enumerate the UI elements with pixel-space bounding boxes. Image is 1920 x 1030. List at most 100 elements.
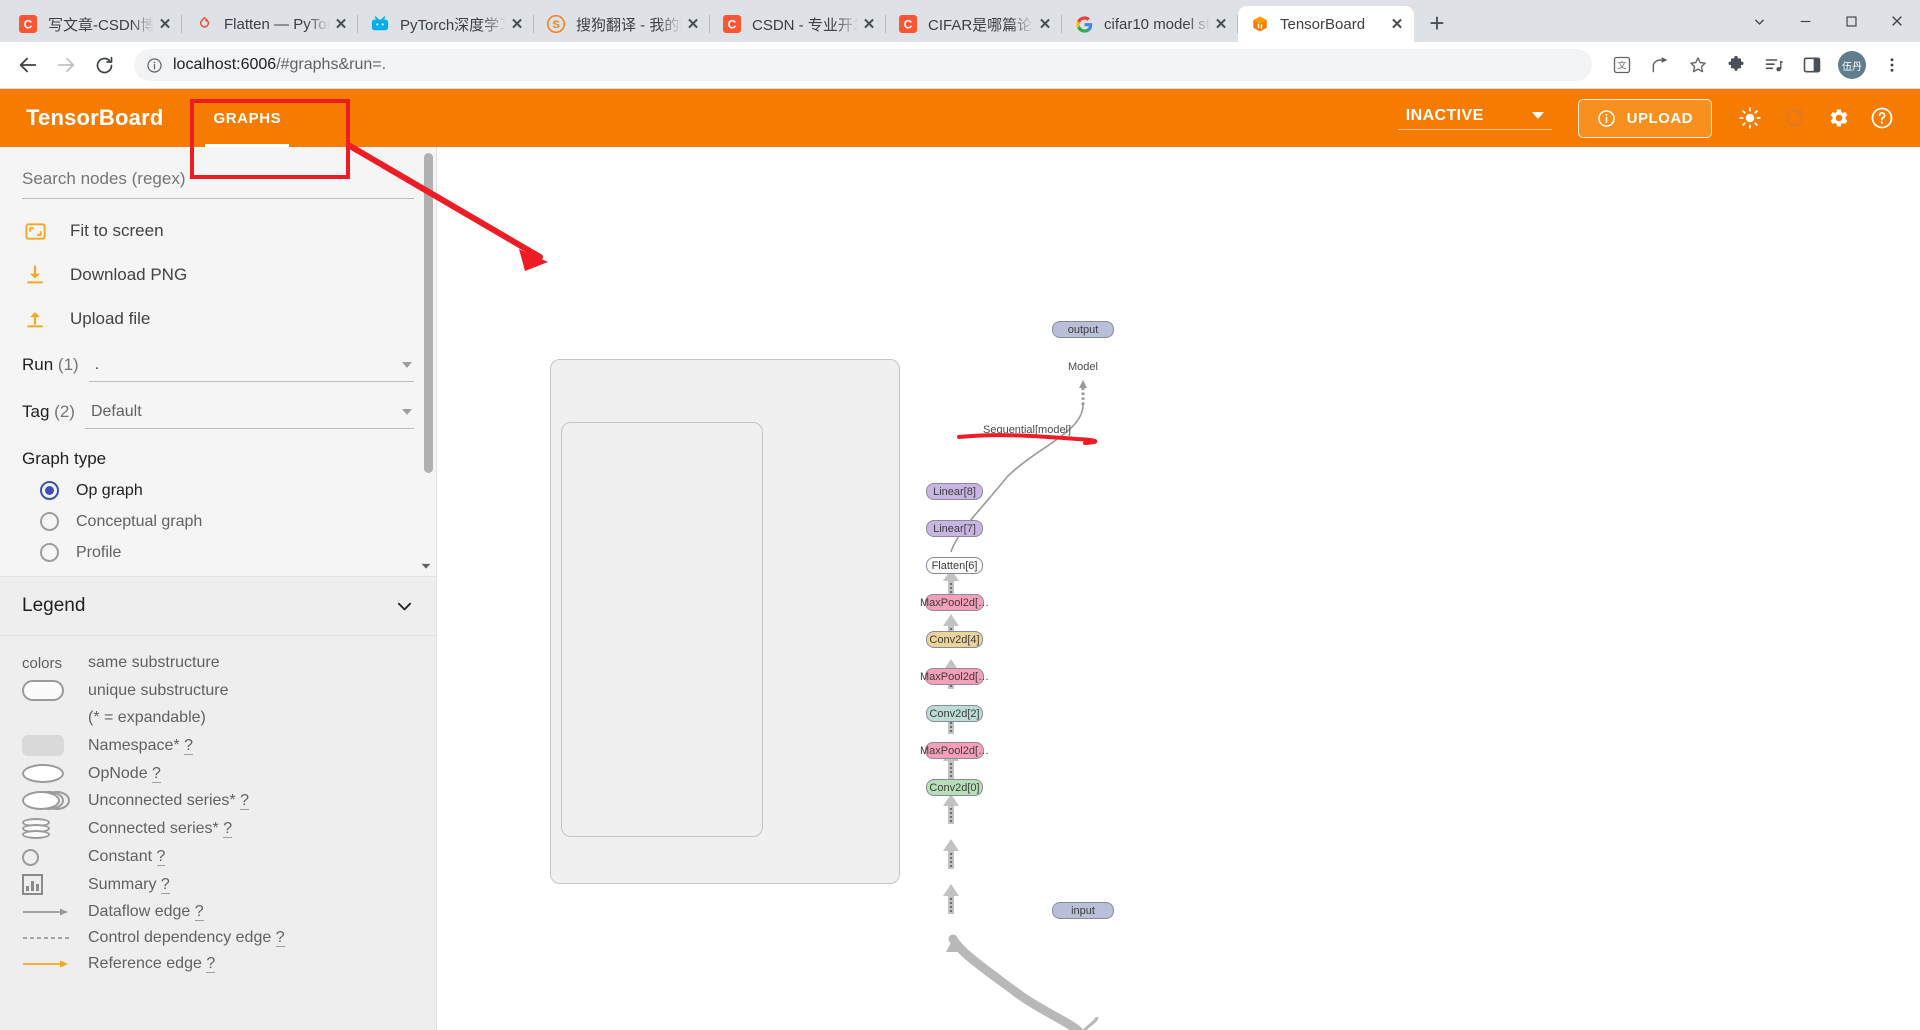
help-link[interactable]: ? [223,820,233,838]
legend-swatch-namespace [22,735,88,756]
tab-close-button[interactable]: ✕ [1210,13,1232,35]
graph-node-input[interactable]: input [1052,902,1114,919]
address-bar[interactable]: localhost:6006/#graphs&run=. [134,49,1592,81]
browser-toolbar: localhost:6006/#graphs&run=. 文 伍丹 [0,42,1920,88]
info-circle-icon[interactable] [146,57,163,74]
help-link[interactable]: ? [194,903,204,921]
info-circle-icon [1597,109,1616,128]
tag-value: Default [90,403,142,420]
legend-swatch-opnode [22,764,88,783]
graph-node-output[interactable]: output [1052,321,1114,338]
bilibili-icon [370,14,390,34]
graph-node-maxpool1[interactable]: MaxPool2d[… [920,742,989,759]
new-tab-button[interactable]: + [1420,6,1454,40]
browser-tab[interactable]: PyTorch深度学习 ✕ [358,6,534,42]
help-link[interactable]: ? [275,929,285,947]
graph-node-flatten6[interactable]: Flatten[6] [926,557,983,574]
radio-op-graph[interactable]: Op graph [0,475,436,506]
translate-icon[interactable]: 文 [1604,47,1640,83]
legend-row: Constant ? [0,844,436,870]
fit-to-screen-button[interactable]: Fit to screen [0,209,436,253]
legend-header[interactable]: Legend [0,577,436,636]
browser-tab[interactable]: C CIFAR是哪篇论文 ✕ [886,6,1062,42]
chevron-down-icon[interactable] [395,597,414,616]
help-link[interactable]: ? [240,791,249,810]
search-row [0,147,436,199]
tag-dropdown[interactable]: Default [84,403,414,429]
csdn-icon: C [18,14,38,34]
download-png-button[interactable]: Download PNG [0,253,436,297]
sogou-icon: S [546,14,566,34]
graph-node-maxpool3[interactable]: MaxPool2d[… [920,668,989,685]
pytorch-icon [194,14,214,34]
help-link[interactable]: ? [160,875,170,894]
share-icon[interactable] [1642,47,1678,83]
browser-tab-active[interactable]: TensorBoard ✕ [1238,6,1414,42]
back-arrow-icon[interactable] [10,47,46,83]
graph-node-linear7[interactable]: Linear[7] [926,520,983,537]
legend-label: unique substructure [88,681,229,699]
three-dot-menu-icon[interactable] [1874,47,1910,83]
tab-close-button[interactable]: ✕ [506,13,528,35]
bookmark-star-icon[interactable] [1680,47,1716,83]
upload-button[interactable]: UPLOAD [1577,98,1712,138]
graph-canvas[interactable]: Model Sequential[model] output Linear[8]… [437,147,1920,1030]
tab-close-button[interactable]: ✕ [1386,13,1408,35]
graph-group-sequential[interactable] [561,422,763,837]
side-panel-icon[interactable] [1794,47,1830,83]
scroll-down-arrow-icon[interactable] [419,559,433,573]
svg-text:C: C [728,18,737,32]
tab-search-chevron-icon[interactable] [1736,0,1782,42]
graph-node-linear8[interactable]: Linear[8] [926,483,983,500]
tab-title: PyTorch深度学习 [400,16,506,34]
radio-button-icon [40,543,59,562]
tab-close-button[interactable]: ✕ [154,13,176,35]
reload-icon[interactable] [86,47,122,83]
search-nodes-input[interactable] [22,165,414,199]
legend-swatch-connected-series [22,818,88,840]
settings-gear-icon[interactable] [1818,98,1858,138]
sidebar-scrollbar[interactable] [424,153,433,473]
graph-node-conv2[interactable]: Conv2d[2] [926,705,983,722]
browser-tab[interactable]: C CSDN - 专业开发 ✕ [710,6,886,42]
tab-graphs[interactable]: GRAPHS [189,89,305,147]
tab-close-button[interactable]: ✕ [858,13,880,35]
run-status-dropdown[interactable]: INACTIVE [1397,106,1552,130]
help-link[interactable]: ? [184,736,193,755]
graph-node-maxpool5[interactable]: MaxPool2d[… [920,594,989,611]
controls-scroll-area: Fit to screen Download PNG Upload file R… [0,147,436,577]
run-status-label: INACTIVE [1405,106,1484,124]
browser-tab[interactable]: S 搜狗翻译 - 我的账 ✕ [534,6,710,42]
profile-avatar[interactable]: 伍丹 [1838,51,1866,79]
upload-file-button[interactable]: Upload file [0,297,436,341]
tab-close-button[interactable]: ✕ [1034,13,1056,35]
radio-profile[interactable]: Profile [0,537,436,568]
graph-node-conv4[interactable]: Conv2d[4] [926,631,983,648]
minimize-button[interactable] [1782,0,1828,42]
tensorboard-logo[interactable]: TensorBoard [0,105,189,131]
tag-selector-row: Tag (2) Default [0,394,436,429]
close-window-button[interactable] [1874,0,1920,42]
graph-node-conv0[interactable]: Conv2d[0] [926,779,983,796]
extensions-puzzle-icon[interactable] [1718,47,1754,83]
legend-title: Legend [22,595,86,616]
legend-label: Reference edge ? [88,955,216,973]
radio-conceptual-graph[interactable]: Conceptual graph [0,506,436,537]
browser-tab[interactable]: Flatten — PyTorch 1 ✕ [182,6,358,42]
forward-arrow-icon[interactable] [48,47,84,83]
reading-list-icon[interactable] [1756,47,1792,83]
help-link[interactable]: ? [206,955,216,973]
brightness-icon[interactable] [1730,98,1770,138]
help-link[interactable]: ? [156,848,166,866]
refresh-icon[interactable] [1774,98,1814,138]
tab-close-button[interactable]: ✕ [682,13,704,35]
help-circle-icon[interactable] [1862,98,1902,138]
tab-close-button[interactable]: ✕ [330,13,352,35]
help-link[interactable]: ? [152,764,161,783]
browser-tab[interactable]: C 写文章-CSDN博客 ✕ [6,6,182,42]
legend-swatch-reference-edge [22,958,88,970]
maximize-button[interactable] [1828,0,1874,42]
run-dropdown[interactable]: . [88,356,414,382]
graph-node-label: Linear[8] [933,485,976,498]
browser-tab[interactable]: cifar10 model st ✕ [1062,6,1238,42]
